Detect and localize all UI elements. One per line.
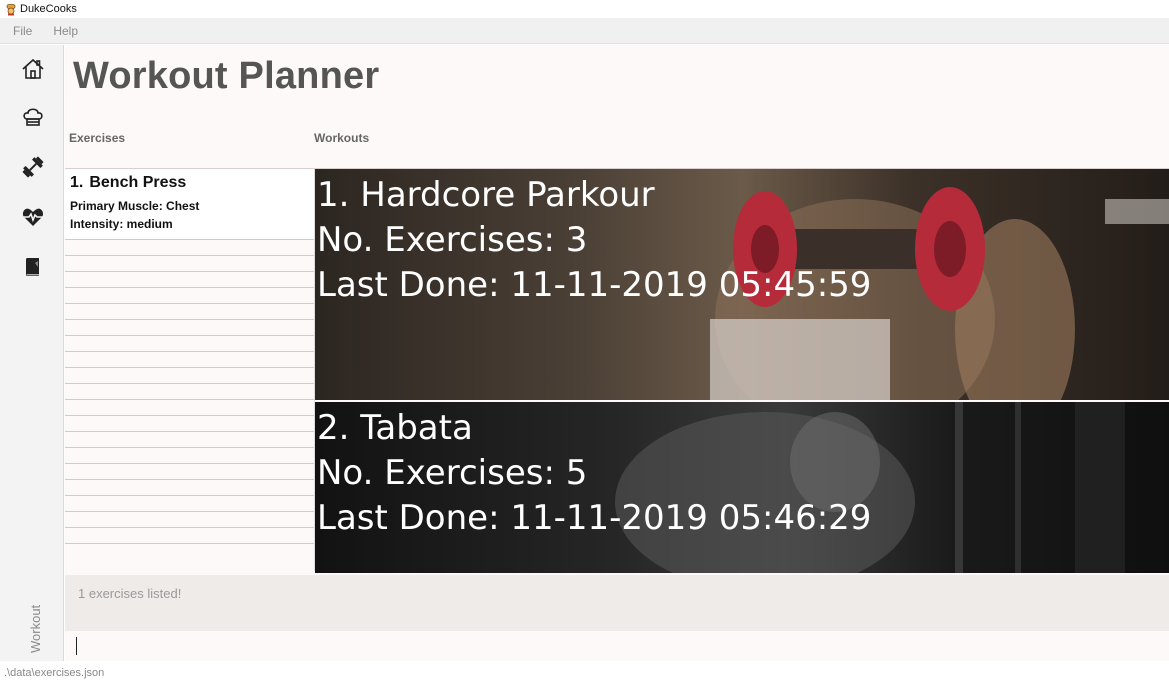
exercise-card[interactable]: 1. Bench Press Primary Muscle: Chest Inte… [65,169,314,239]
home-icon [21,57,45,86]
workout-card[interactable]: 2. Tabata No. Exercises: 5 Last Done: 11… [315,402,1169,573]
workout-exercise-count: No. Exercises: 3 [317,220,588,260]
mode-label-text: Workout [28,604,43,653]
exercise-primary-muscle: Primary Muscle: Chest [70,199,200,213]
main-panel: Workout Planner Exercises Workouts 1. Ben… [65,45,1169,575]
exercises-header: Exercises [69,131,126,145]
result-message: 1 exercises listed! [78,586,182,601]
chef-hat-icon [21,105,45,134]
page-title: Workout Planner [73,55,380,97]
empty-list-row [65,383,314,399]
mode-label: Workout [28,593,68,663]
sidebar-item-workout[interactable] [20,156,46,182]
empty-list-row [65,303,314,319]
empty-list-row [65,527,314,543]
empty-list-row [65,399,314,415]
empty-list-row [65,543,314,559]
heartbeat-icon [21,205,45,234]
empty-list-row [65,319,314,335]
menu-file[interactable]: File [13,24,32,38]
exercise-intensity: Intensity: medium [70,217,173,231]
workouts-header: Workouts [314,131,370,145]
workout-title: 1. Hardcore Parkour [317,175,655,215]
command-input[interactable] [65,631,1169,661]
workout-card-text: 1. Hardcore Parkour No. Exercises: 3 Las… [317,173,871,308]
empty-list-row [65,367,314,383]
empty-list-row [65,463,314,479]
sidebar: Workout [0,45,64,661]
empty-list-row [65,479,314,495]
dumbbell-icon [21,155,45,184]
workout-exercise-count: No. Exercises: 5 [317,453,588,493]
empty-list-row [65,287,314,303]
workout-last-done: Last Done: 11-11-2019 05:45:59 [317,265,872,305]
sidebar-item-dashboard[interactable] [20,58,46,84]
empty-list-row [65,495,314,511]
status-bar: .\data\exercises.json [0,661,1169,683]
exercise-name: Bench Press [89,174,187,191]
data-file-path: .\data\exercises.json [4,667,105,679]
empty-list-row [65,271,314,287]
empty-list-row [65,511,314,527]
workout-card-text: 2. Tabata No. Exercises: 5 Last Done: 11… [317,406,871,541]
empty-list-row [65,415,314,431]
workout-list[interactable]: 1. Hardcore Parkour No. Exercises: 3 Las… [315,168,1169,573]
exercise-name-line: 1. Bench Press [70,174,309,192]
exercise-index: 1. [70,174,84,191]
menu-help[interactable]: Help [53,24,78,38]
text-cursor [76,637,77,655]
workout-card[interactable]: 1. Hardcore Parkour No. Exercises: 3 Las… [315,169,1169,400]
exercise-list[interactable]: 1. Bench Press Primary Muscle: Chest Inte… [65,168,315,571]
sidebar-item-recipes[interactable] [20,106,46,132]
empty-list-row [65,335,314,351]
empty-list-row [65,239,314,255]
empty-list-row [65,431,314,447]
menu-bar: File Help [0,18,1169,44]
book-icon [21,255,45,284]
empty-list-row [65,447,314,463]
empty-list-row [65,351,314,367]
sidebar-item-diary[interactable] [20,256,46,282]
empty-list-row [65,255,314,271]
sidebar-item-health[interactable] [20,206,46,232]
title-bar: DukeCooks [0,0,1169,18]
duke-chef-icon [5,3,17,16]
window-title: DukeCooks [20,3,77,15]
result-display: 1 exercises listed! [65,575,1169,631]
workout-last-done: Last Done: 11-11-2019 05:46:29 [317,498,872,538]
workout-title: 2. Tabata [317,408,473,448]
